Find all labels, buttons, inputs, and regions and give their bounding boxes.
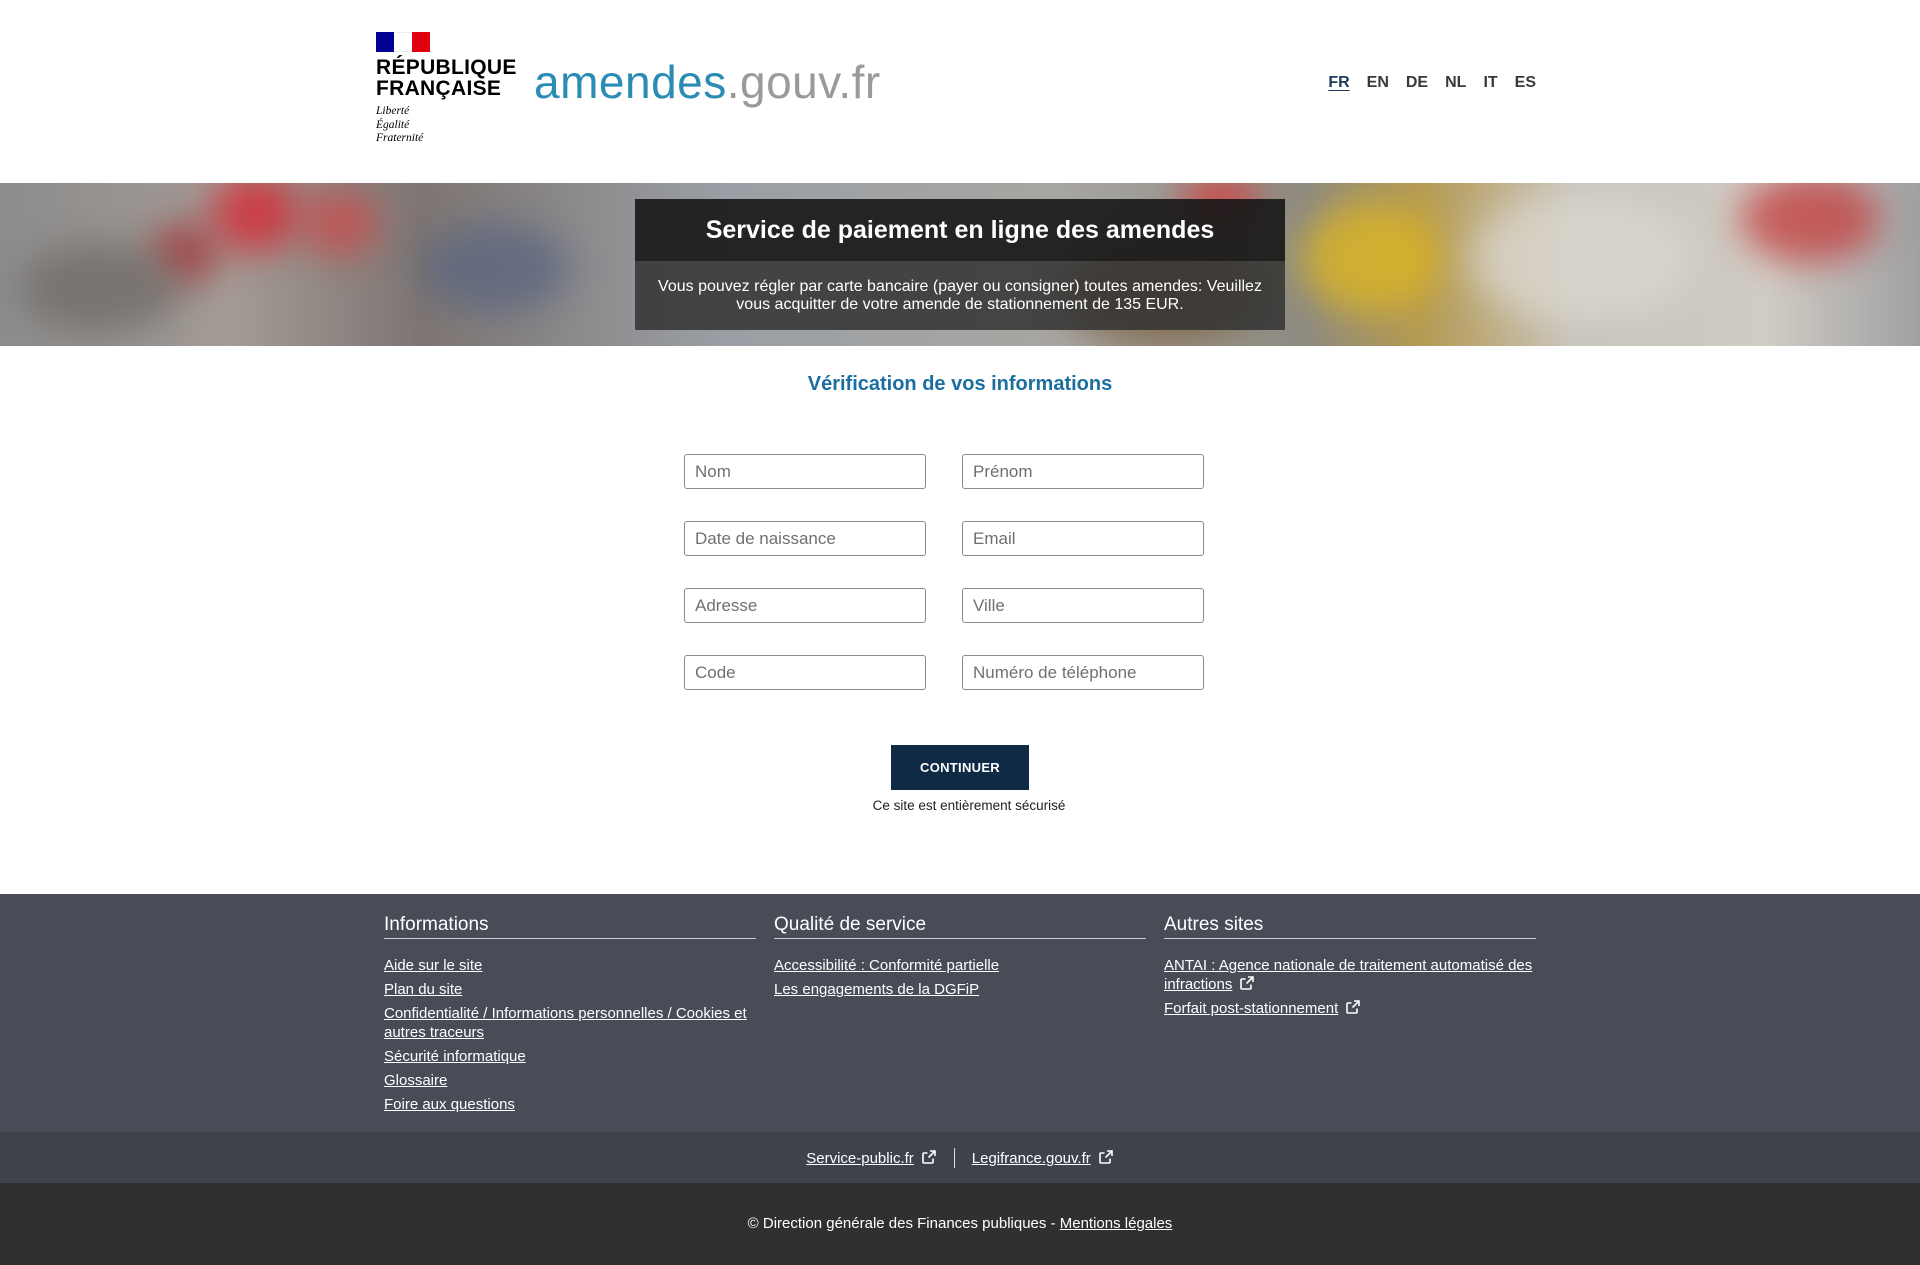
copyright-bar: © Direction générale des Finances publiq…: [0, 1183, 1920, 1265]
site-logo[interactable]: amendes.gouv.fr: [534, 52, 881, 112]
adresse-input[interactable]: [684, 588, 926, 623]
service-public-link[interactable]: Service-public.fr: [806, 1149, 937, 1167]
footer-col-informations: Informations Aide sur le site Plan du si…: [384, 912, 756, 1119]
continue-button[interactable]: CONTINUER: [891, 745, 1029, 790]
footer-qualite-title: Qualité de service: [774, 912, 1146, 939]
republique-francaise-label: RÉPUBLIQUE FRANÇAISE: [376, 56, 517, 100]
footer-links-bar: Service-public.fr Legifrance.gouv.fr: [0, 1132, 1920, 1183]
footer-link-forfait[interactable]: Forfait post-stationnement: [1164, 999, 1536, 1018]
lang-de[interactable]: DE: [1406, 73, 1428, 93]
mentions-legales-link[interactable]: Mentions légales: [1060, 1215, 1173, 1232]
hero-banner: Service de paiement en ligne des amendes…: [0, 183, 1920, 346]
hero-content-box: Service de paiement en ligne des amendes…: [635, 199, 1285, 330]
footer-col-qualite: Qualité de service Accessibilité : Confo…: [774, 912, 1146, 1004]
copyright-text: © Direction générale des Finances publiq…: [747, 1215, 1060, 1232]
date-naissance-input[interactable]: [684, 521, 926, 556]
footer-link-securite[interactable]: Sécurité informatique: [384, 1047, 756, 1066]
footer-link-glossaire[interactable]: Glossaire: [384, 1071, 756, 1090]
legifrance-label: Legifrance.gouv.fr: [971, 1149, 1091, 1167]
lang-nl[interactable]: NL: [1445, 73, 1466, 93]
lang-es[interactable]: ES: [1515, 73, 1536, 93]
background-blur: [300, 188, 380, 258]
footer-informations-title: Informations: [384, 912, 756, 939]
legifrance-link[interactable]: Legifrance.gouv.fr: [972, 1149, 1114, 1167]
divider: [953, 1147, 955, 1168]
hero-title: Service de paiement en ligne des amendes: [635, 199, 1285, 261]
hero-description: Vous pouvez régler par carte bancaire (p…: [635, 261, 1285, 330]
footer-col-autres-sites: Autres sites ANTAI : Agence nationale de…: [1164, 912, 1536, 1023]
verification-form: [684, 454, 1204, 690]
external-link-icon: [1346, 1000, 1361, 1014]
external-link-icon: [1240, 976, 1255, 990]
language-selector: FR EN DE NL IT ES: [1328, 73, 1536, 93]
background-blur: [1300, 203, 1440, 313]
prenom-input[interactable]: [962, 454, 1204, 489]
footer-link-accessibilite[interactable]: Accessibilité : Conformité partielle: [774, 956, 1146, 975]
service-public-label: Service-public.fr: [806, 1149, 914, 1167]
form-title: Vérification de vos informations: [807, 373, 1113, 395]
footer-link-antai[interactable]: ANTAI : Agence nationale de traitement a…: [1164, 956, 1536, 994]
external-link-icon: [1098, 1149, 1113, 1164]
ville-input[interactable]: [962, 588, 1204, 623]
secure-note: Ce site est entièrement sécurisé: [872, 798, 1066, 813]
code-input[interactable]: [684, 655, 926, 690]
site-logo-part1: amendes: [534, 56, 727, 108]
french-flag-icon: [376, 32, 430, 52]
background-blur: [1470, 193, 1690, 323]
footer-link-faq[interactable]: Foire aux questions: [384, 1095, 756, 1114]
republic-motto: Liberté Égalité Fraternité: [376, 105, 424, 144]
footer-link-engagements[interactable]: Les engagements de la DGFiP: [774, 980, 1146, 999]
nom-input[interactable]: [684, 454, 926, 489]
background-blur: [420, 223, 570, 313]
republique-francaise-logo[interactable]: RÉPUBLIQUE FRANÇAISE Liberté Égalité Fra…: [376, 32, 516, 147]
background-blur: [20, 243, 180, 333]
external-link-icon: [921, 1149, 936, 1164]
footer-link-antai-label: ANTAI : Agence nationale de traitement a…: [1164, 957, 1533, 993]
lang-it[interactable]: IT: [1483, 73, 1497, 93]
background-blur: [210, 183, 300, 253]
site-footer: Informations Aide sur le site Plan du si…: [0, 894, 1920, 1132]
site-logo-part2: .gouv.fr: [726, 56, 881, 108]
email-input[interactable]: [962, 521, 1204, 556]
footer-link-aide[interactable]: Aide sur le site: [384, 956, 756, 975]
footer-autres-sites-title: Autres sites: [1164, 912, 1536, 939]
site-header: RÉPUBLIQUE FRANÇAISE Liberté Égalité Fra…: [0, 0, 1920, 183]
lang-fr[interactable]: FR: [1328, 73, 1349, 93]
footer-link-forfait-label: Forfait post-stationnement: [1164, 1000, 1339, 1017]
footer-link-plan[interactable]: Plan du site: [384, 980, 756, 999]
footer-link-confidentialite[interactable]: Confidentialité / Informations personnel…: [384, 1004, 756, 1042]
lang-en[interactable]: EN: [1367, 73, 1389, 93]
background-blur: [1740, 183, 1880, 263]
telephone-input[interactable]: [962, 655, 1204, 690]
